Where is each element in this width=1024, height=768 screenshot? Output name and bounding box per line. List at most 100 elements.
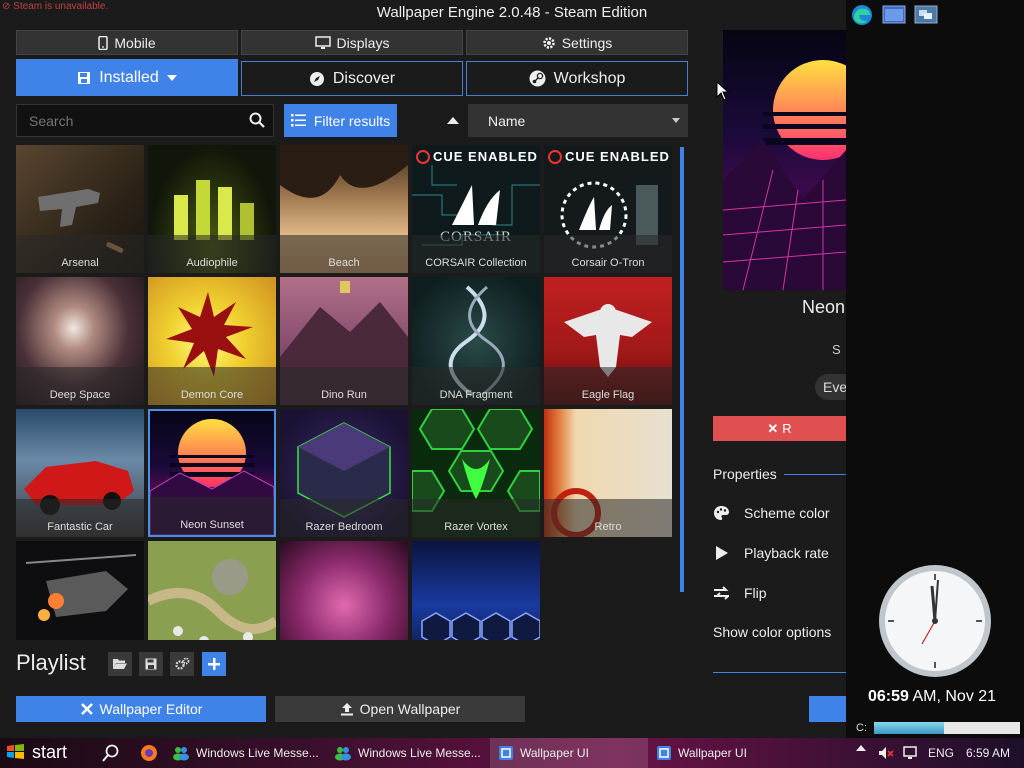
search-icon[interactable]: [102, 744, 120, 762]
remove-button[interactable]: ✕ R: [713, 416, 846, 441]
wallpaper-title: Demon Core: [148, 367, 276, 405]
playback-rate-property[interactable]: Playback rate: [713, 543, 846, 563]
wallpaper-tile[interactable]: Razer Bedroom: [280, 409, 408, 537]
wallpaper-title: Retro: [544, 499, 672, 537]
wallpaper-title: Deep Space: [16, 367, 144, 405]
wallpaper-tile[interactable]: Eagle Flag: [544, 277, 672, 405]
wallpaper-title: Razer Vortex: [412, 499, 540, 537]
helicopter-icon: [25, 554, 137, 621]
gear-icon: [542, 36, 555, 49]
save-playlist-button[interactable]: [139, 652, 163, 676]
grid-scrollbar[interactable]: [680, 147, 684, 592]
sort-direction-button[interactable]: [443, 110, 463, 130]
taskbar: start Windows Live Messe... Windows Live…: [0, 738, 1024, 768]
taskbar-item-messenger-2[interactable]: Windows Live Messe...: [334, 738, 482, 768]
wallpaper-tile-selected[interactable]: Neon Sunset: [148, 409, 276, 537]
taskbar-clock[interactable]: 6:59 AM: [966, 746, 1010, 760]
mouse-cursor-icon: [716, 81, 730, 101]
rating-selector[interactable]: Eve: [815, 374, 846, 400]
swap-arrows-icon: [714, 586, 729, 600]
wallpaper-tile[interactable]: [412, 541, 540, 640]
wallpaper-tile[interactable]: Fantastic Car: [16, 409, 144, 537]
gadget-datetime: 06:59 AM, Nov 21: [868, 688, 997, 705]
wallpaper-title: Audiophile: [148, 235, 276, 273]
search-icon[interactable]: [249, 112, 265, 128]
wallpaper-title: Dino Run: [280, 367, 408, 405]
add-to-playlist-button[interactable]: [202, 652, 226, 676]
wallpaper-tile[interactable]: Retro: [544, 409, 672, 537]
wallpaper-tile[interactable]: Razer Vortex: [412, 409, 540, 537]
wallpaper-tile[interactable]: [16, 541, 144, 640]
tools-icon: [80, 703, 93, 715]
upload-icon: [340, 703, 353, 716]
palette-icon: [714, 506, 729, 520]
switch-windows-icon[interactable]: [914, 3, 938, 25]
search-box[interactable]: [16, 104, 274, 137]
sidebar-quicklaunch: [850, 3, 938, 27]
taskbar-item-wallpaper-ui-active[interactable]: Wallpaper UI: [490, 738, 648, 768]
wallpaper-title: DNA Fragment: [412, 367, 540, 405]
drive-label: C:: [856, 722, 867, 734]
folder-open-icon: [113, 659, 127, 669]
wallpaper-tile[interactable]: [280, 541, 408, 640]
tab-workshop[interactable]: Workshop: [466, 61, 688, 96]
load-playlist-button[interactable]: [108, 652, 132, 676]
wallpaper-title: Arsenal: [16, 235, 144, 273]
wallpaper-engine-icon: [499, 746, 513, 760]
wallpaper-title: Beach: [280, 235, 408, 273]
settings-button[interactable]: Settings: [466, 30, 688, 55]
wallpaper-tile[interactable]: Audiophile: [148, 145, 276, 273]
search-input[interactable]: [17, 105, 261, 136]
compass-icon: [309, 71, 324, 86]
tab-discover[interactable]: Discover: [241, 61, 463, 96]
wallpaper-tile[interactable]: CUE ENABLED CORSAIR CORSAIR Collection: [412, 145, 540, 273]
displays-button[interactable]: Displays: [241, 30, 463, 55]
desktop-window-icon[interactable]: [882, 3, 906, 25]
playlist-label: Playlist: [16, 650, 86, 675]
wallpaper-tile[interactable]: Dino Run: [280, 277, 408, 405]
map-terrain-icon: [148, 559, 276, 640]
show-hidden-icons-chevron[interactable]: [856, 745, 866, 751]
open-wallpaper-button[interactable]: Open Wallpaper: [275, 696, 525, 722]
wallpaper-title: Eagle Flag: [544, 367, 672, 405]
gears-icon: [175, 657, 190, 670]
wallpaper-tile[interactable]: [148, 541, 276, 640]
wallpaper-editor-button[interactable]: Wallpaper Editor: [16, 696, 266, 722]
chevron-down-icon: [672, 118, 680, 123]
mobile-button[interactable]: Mobile: [16, 30, 238, 55]
plus-icon: [208, 658, 220, 670]
sort-select[interactable]: Name: [468, 104, 688, 137]
input-language[interactable]: ENG: [928, 746, 954, 760]
wallpaper-tile[interactable]: CUE ENABLED Corsair O-Tron: [544, 145, 672, 273]
windows-logo-icon: [7, 744, 24, 759]
flip-property[interactable]: Flip: [713, 583, 846, 603]
phone-icon: [98, 35, 109, 50]
show-color-options-link[interactable]: Show color options: [713, 624, 831, 640]
wallpaper-tile[interactable]: Demon Core: [148, 277, 276, 405]
scheme-color-property[interactable]: Scheme color: [713, 503, 846, 523]
caret-up-icon: [447, 116, 459, 124]
wallpaper-tile[interactable]: DNA Fragment: [412, 277, 540, 405]
speaker-muted-icon[interactable]: [878, 745, 894, 761]
ok-button[interactable]: [809, 696, 846, 722]
network-icon[interactable]: [902, 745, 918, 761]
tab-installed[interactable]: Installed: [16, 59, 238, 96]
neon-sunset-preview-image: [723, 60, 846, 290]
wallpaper-grid: Arsenal Audiophile Beach CUE ENABLED COR…: [16, 145, 676, 640]
wallpaper-tile[interactable]: Beach: [280, 145, 408, 273]
analog-clock-gadget: [879, 565, 991, 677]
steam-icon: [529, 70, 546, 87]
wallpaper-engine-icon: [657, 746, 671, 760]
filter-results-button[interactable]: Filter results: [284, 104, 397, 137]
firefox-icon[interactable]: [140, 744, 158, 762]
wallpaper-title: Corsair O-Tron: [544, 235, 672, 273]
wallpaper-tile[interactable]: Arsenal: [16, 145, 144, 273]
playlist-settings-button[interactable]: [170, 652, 194, 676]
save-icon: [145, 658, 157, 670]
edge-browser-icon[interactable]: [850, 3, 874, 27]
taskbar-item-wallpaper-ui[interactable]: Wallpaper UI: [656, 738, 804, 768]
taskbar-item-messenger-1[interactable]: Windows Live Messe...: [172, 738, 320, 768]
wallpaper-tile[interactable]: Deep Space: [16, 277, 144, 405]
start-button[interactable]: start: [0, 738, 88, 766]
wallpaper-title: Razer Bedroom: [280, 499, 408, 537]
